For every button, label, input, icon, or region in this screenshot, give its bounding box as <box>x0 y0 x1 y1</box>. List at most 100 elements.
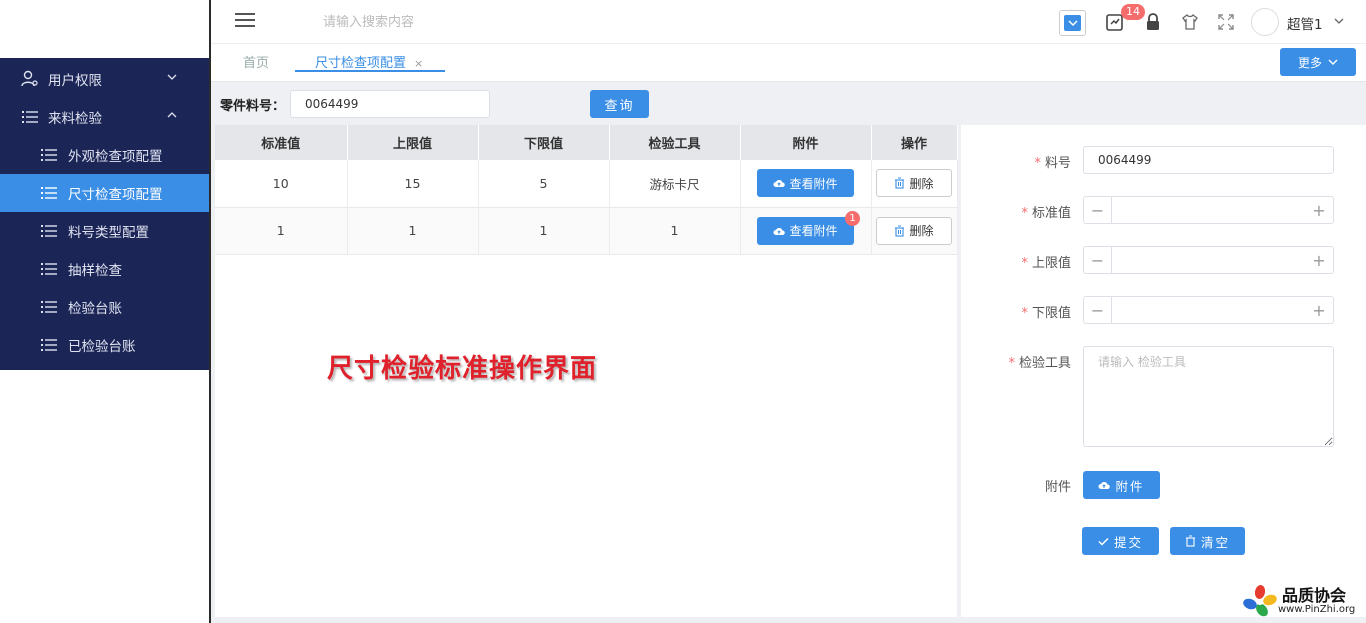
chevron-down-icon <box>166 71 180 85</box>
button-label: 清空 <box>1200 534 1230 550</box>
sidebar-item-label: 外观检查项配置 <box>68 149 163 165</box>
required-mark: * <box>1021 256 1028 271</box>
list-icon <box>40 146 58 164</box>
fullscreen-icon[interactable] <box>1215 11 1237 33</box>
attachment-label: 附件 <box>1044 480 1071 495</box>
column-header: 操作 <box>871 125 958 160</box>
sidebar-item-appearance-config[interactable]: 外观检查项配置 <box>0 136 210 174</box>
overlay-annotation-title: 尺寸检验标准操作界面 <box>327 354 598 384</box>
sidebar: 用户权限 来料检验 外观检查项配置 尺寸检查项配置 料号类型配置 抽样检查 检验… <box>0 58 210 370</box>
sidebar-group-user-permissions[interactable]: 用户权限 <box>0 60 210 98</box>
lock-icon[interactable] <box>1142 11 1164 33</box>
theme-dropdown[interactable] <box>1059 10 1086 36</box>
button-label: 查看附件 <box>789 176 838 191</box>
query-button[interactable]: 查询 <box>590 90 649 118</box>
sidebar-item-label: 料号类型配置 <box>68 225 149 241</box>
inspection-table: 标准值 上限值 下限值 检验工具 附件 操作 10 15 5 游标卡尺 查看附件 <box>215 125 958 255</box>
upload-attachment-button[interactable]: 附件 <box>1083 471 1160 499</box>
plus-icon[interactable]: + <box>1305 297 1333 323</box>
list-icon <box>20 107 40 127</box>
inspection-tool-textarea[interactable] <box>1083 346 1334 447</box>
column-header: 标准值 <box>215 125 348 160</box>
lower-limit-stepper[interactable]: − + <box>1083 296 1334 324</box>
user-name[interactable]: 超管1 <box>1287 13 1323 33</box>
more-button[interactable]: 更多 <box>1280 48 1356 76</box>
tab-label: 尺寸检查项配置 <box>315 56 407 71</box>
sidebar-item-label: 检验台账 <box>68 301 122 317</box>
list-icon <box>40 298 58 316</box>
standard-value-stepper[interactable]: − + <box>1083 196 1334 224</box>
trash-icon <box>895 225 905 237</box>
table-row: 1 1 1 1 查看附件 1 删除 <box>215 207 958 255</box>
cell-lower: 5 <box>478 160 610 208</box>
chevron-down-icon <box>1328 59 1338 65</box>
list-icon <box>40 336 58 354</box>
cell-upper: 15 <box>347 160 479 208</box>
minus-icon[interactable]: − <box>1084 247 1112 273</box>
part-number-label: * 料号 <box>971 152 1071 171</box>
cloud-upload-icon <box>773 180 786 188</box>
hamburger-menu-icon[interactable] <box>235 12 255 30</box>
sidebar-item-dimension-config[interactable]: 尺寸检查项配置 <box>0 174 210 212</box>
cell-lower: 1 <box>478 207 610 255</box>
label-text: 标准值 <box>1031 206 1071 221</box>
more-button-label: 更多 <box>1297 55 1322 70</box>
sidebar-item-sampling-inspection[interactable]: 抽样检查 <box>0 250 210 288</box>
cell-standard: 10 <box>215 160 348 208</box>
clear-button[interactable]: 清空 <box>1170 527 1245 555</box>
part-number-field[interactable] <box>1083 146 1334 174</box>
close-icon[interactable]: × <box>414 57 423 70</box>
top-header: 14 超管1 <box>211 0 1366 44</box>
table-header-row: 标准值 上限值 下限值 检验工具 附件 操作 <box>215 125 958 160</box>
plus-icon[interactable]: + <box>1305 197 1333 223</box>
search-input[interactable] <box>323 10 623 34</box>
delete-button[interactable]: 删除 <box>876 169 952 198</box>
inspection-tool-label: * 检验工具 <box>971 352 1071 371</box>
minus-icon[interactable]: − <box>1084 297 1112 323</box>
cloud-upload-icon <box>773 227 786 235</box>
part-number-label: 零件料号： <box>220 99 286 114</box>
sidebar-item-inspected-ledger[interactable]: 已检验台账 <box>0 326 210 364</box>
sidebar-group-label: 来料检验 <box>48 111 102 127</box>
chevron-down-icon[interactable] <box>1333 15 1345 27</box>
label-text: 料号 <box>1044 156 1071 171</box>
shirt-icon[interactable] <box>1179 11 1201 33</box>
button-label: 删除 <box>909 224 934 238</box>
sidebar-item-label: 已检验台账 <box>68 339 136 355</box>
sidebar-item-label: 抽样检查 <box>68 263 122 279</box>
chevron-down-icon <box>1064 15 1081 31</box>
label-text: 检验工具 <box>1018 356 1071 371</box>
sidebar-item-part-type-config[interactable]: 料号类型配置 <box>0 212 210 250</box>
check-icon <box>1098 537 1109 546</box>
chevron-up-icon <box>166 109 180 123</box>
view-attachment-button[interactable]: 查看附件 <box>757 169 854 198</box>
sidebar-logo-area <box>0 0 210 58</box>
delete-button[interactable]: 删除 <box>876 216 952 245</box>
minus-icon[interactable]: − <box>1084 197 1112 223</box>
part-number-input[interactable] <box>290 90 490 118</box>
user-settings-icon <box>20 69 40 89</box>
view-attachment-button[interactable]: 查看附件 1 <box>757 210 860 245</box>
tab-home[interactable]: 首页 <box>243 52 269 74</box>
required-mark: * <box>1008 356 1015 371</box>
watermark: 品质协会 www.PinZhi.org <box>1240 582 1364 620</box>
watermark-name: 品质协会 <box>1282 586 1347 605</box>
table-row: 10 15 5 游标卡尺 查看附件 删除 <box>215 160 958 208</box>
upper-limit-label: * 上限值 <box>971 252 1071 271</box>
cell-attachment: 查看附件 <box>740 160 872 208</box>
cloud-upload-icon <box>1098 482 1111 489</box>
sidebar-group-incoming-inspection[interactable]: 来料检验 <box>0 98 210 136</box>
upper-limit-stepper[interactable]: − + <box>1083 246 1334 274</box>
button-label: 附件 <box>1115 478 1145 494</box>
submit-button[interactable]: 提交 <box>1082 527 1159 555</box>
avatar[interactable] <box>1251 8 1279 36</box>
plus-icon[interactable]: + <box>1305 247 1333 273</box>
column-header: 附件 <box>740 125 872 160</box>
column-header: 检验工具 <box>609 125 741 160</box>
trash-icon <box>895 177 905 189</box>
watermark-url: www.PinZhi.org <box>1278 604 1356 615</box>
button-label: 提交 <box>1113 534 1143 550</box>
list-icon <box>40 184 58 202</box>
sidebar-item-inspection-ledger[interactable]: 检验台账 <box>0 288 210 326</box>
trash-icon <box>1185 535 1195 547</box>
